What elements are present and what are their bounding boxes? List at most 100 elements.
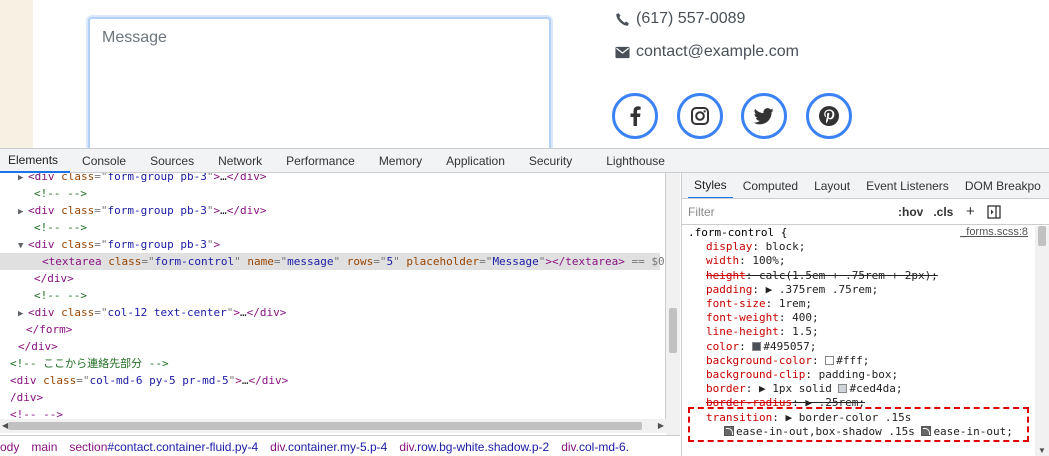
css-property[interactable]: width: [706, 254, 739, 267]
dom-node[interactable]: </div>: [0, 338, 660, 355]
breadcrumb-item[interactable]: div.col-md-6.: [555, 440, 635, 454]
css-declaration[interactable]: border: ▶ 1px solid #ced4da;: [706, 382, 902, 396]
css-value[interactable]: ▶ .375rem .75rem;: [766, 283, 879, 296]
message-textarea[interactable]: [90, 19, 549, 148]
css-rules[interactable]: .form-control {_forms.scss:8 display: blo…: [682, 226, 1034, 456]
css-property[interactable]: border: [706, 382, 746, 395]
dom-node[interactable]: <!-- -->: [0, 185, 660, 202]
css-property[interactable]: height: [706, 269, 746, 282]
css-value[interactable]: #ced4da;: [849, 382, 902, 395]
dom-node[interactable]: ▶ <div class="form-group pb-3">…</div>: [0, 202, 660, 219]
css-value[interactable]: ▶ .25rem;: [805, 396, 865, 409]
css-value[interactable]: ease-in-out,box-shadow .15s: [736, 425, 915, 438]
dom-node[interactable]: ▶ <div class="col-12 text-center">…</div>: [0, 304, 660, 321]
scroll-right-arrow-icon[interactable]: ▶: [658, 421, 664, 430]
css-declaration[interactable]: color: #495057;: [706, 340, 816, 354]
css-declaration[interactable]: display: block;: [706, 240, 805, 254]
source-link[interactable]: _forms.scss:8: [960, 226, 1028, 238]
css-property[interactable]: font-weight: [706, 311, 779, 324]
dom-horizontal-scrollbar[interactable]: ◀ ▶: [0, 419, 666, 433]
breadcrumb-item[interactable]: div.row.bg-white.shadow.p-2: [393, 440, 555, 454]
css-value[interactable]: ease-in-out;: [933, 425, 1012, 438]
styles-vertical-scrollbar[interactable]: ▼: [1035, 226, 1049, 456]
css-declaration[interactable]: line-height: 1.5;: [706, 325, 819, 339]
bezier-curve-icon[interactable]: [724, 425, 734, 436]
cls-toggle[interactable]: .cls: [933, 205, 953, 219]
dom-horizontal-scroll-thumb[interactable]: [8, 422, 642, 430]
tab-application[interactable]: Application: [434, 149, 517, 173]
dom-node[interactable]: <div class="col-md-6 py-5 pr-md-5">…</di…: [0, 372, 660, 389]
tab-memory[interactable]: Memory: [367, 149, 434, 173]
pinterest-link[interactable]: [806, 93, 852, 139]
tab-network[interactable]: Network: [206, 149, 274, 173]
tab-layout[interactable]: Layout: [808, 173, 856, 198]
css-declaration[interactable]: font-size: 1rem;: [706, 297, 812, 311]
dom-node[interactable]: ▶ <div class="form-group pb-3">…</div>: [0, 173, 660, 185]
css-declaration[interactable]: background-color: #fff;: [706, 354, 869, 368]
css-value[interactable]: 1.5;: [792, 325, 819, 338]
css-value[interactable]: #495057;: [763, 340, 816, 353]
styles-vertical-scroll-thumb[interactable]: [1038, 226, 1046, 246]
css-value[interactable]: 1rem;: [779, 297, 812, 310]
hov-toggle[interactable]: :hov: [898, 205, 923, 219]
dom-node[interactable]: <!-- -->: [0, 287, 660, 304]
dom-node[interactable]: ▼ <div class="form-group pb-3">: [0, 236, 660, 253]
styles-filter-input[interactable]: [688, 201, 888, 222]
tab-elements[interactable]: Elements: [0, 149, 71, 173]
dom-vertical-scrollbar[interactable]: [666, 173, 680, 435]
scroll-down-arrow-icon[interactable]: ▼: [1038, 446, 1046, 455]
tab-lighthouse[interactable]: Lighthouse: [594, 149, 677, 173]
css-property[interactable]: font-size: [706, 297, 766, 310]
twitter-link[interactable]: [741, 93, 787, 139]
tab-performance[interactable]: Performance: [274, 149, 367, 173]
css-value[interactable]: ▶ border-color .15s: [785, 411, 911, 424]
tab-console[interactable]: Console: [70, 149, 138, 173]
dom-node[interactable]: </form>: [0, 321, 660, 338]
css-value[interactable]: ▶ 1px solid: [759, 382, 838, 395]
tab-computed[interactable]: Computed: [737, 173, 804, 198]
dom-node[interactable]: /div>: [0, 389, 660, 406]
color-swatch[interactable]: [838, 384, 848, 394]
facebook-link[interactable]: [612, 93, 658, 139]
css-value[interactable]: 400;: [792, 311, 819, 324]
toggle-sidebar-button[interactable]: [987, 204, 1002, 219]
bezier-curve-icon[interactable]: [921, 425, 932, 436]
dom-tree[interactable]: ▶ <div class="form-group pb-3">…</div> <!-…: [0, 173, 666, 419]
css-property[interactable]: color: [706, 340, 739, 353]
css-property[interactable]: display: [706, 240, 752, 253]
dom-node[interactable]: <!-- -->: [0, 219, 660, 236]
css-property[interactable]: background-color: [706, 354, 812, 367]
css-declaration[interactable]: background-clip: padding-box;: [706, 368, 898, 382]
css-declaration-continued[interactable]: ease-in-out,box-shadow .15s ease-in-out;: [724, 425, 1013, 439]
css-property[interactable]: line-height: [706, 325, 779, 338]
breadcrumb-item[interactable]: ody: [0, 440, 25, 454]
tab-dom-breakpoints[interactable]: DOM Breakpo: [959, 173, 1047, 198]
css-declaration[interactable]: border-radius: ▶ .25rem;: [706, 396, 865, 410]
css-value[interactable]: calc(1.5em + .75rem + 2px);: [759, 269, 938, 282]
color-swatch[interactable]: [825, 355, 835, 365]
dom-vertical-scroll-thumb[interactable]: [669, 308, 677, 353]
dom-node-selected[interactable]: <textarea class="form-control" name="mes…: [0, 253, 665, 270]
tab-sources[interactable]: Sources: [138, 149, 206, 173]
css-declaration[interactable]: width: 100%;: [706, 254, 786, 268]
css-declaration[interactable]: padding: ▶ .375rem .75rem;: [706, 283, 878, 297]
tab-styles[interactable]: Styles: [688, 173, 733, 198]
tab-event-listeners[interactable]: Event Listeners: [860, 173, 955, 198]
breadcrumb-item[interactable]: main: [25, 440, 63, 454]
css-property[interactable]: padding: [706, 283, 752, 296]
css-property[interactable]: background-clip: [706, 368, 805, 381]
breadcrumb-item[interactable]: div.container.my-5.p-4: [264, 440, 393, 454]
css-declaration[interactable]: font-weight: 400;: [706, 311, 819, 325]
new-style-rule-button[interactable]: +: [963, 203, 977, 220]
css-value[interactable]: block;: [766, 240, 806, 253]
dom-node[interactable]: <!-- -->: [0, 406, 660, 419]
css-declaration[interactable]: transition: ▶ border-color .15s: [706, 411, 911, 425]
dom-node[interactable]: </div>: [0, 270, 660, 287]
dom-node[interactable]: <!-- ここから連絡先部分 -->: [0, 355, 660, 372]
css-property[interactable]: transition: [706, 411, 772, 424]
color-swatch[interactable]: [752, 341, 762, 351]
css-value[interactable]: #fff;: [836, 354, 869, 367]
tab-security[interactable]: Security: [517, 149, 584, 173]
css-declaration[interactable]: height: calc(1.5em + .75rem + 2px);: [706, 269, 938, 283]
css-value[interactable]: padding-box;: [819, 368, 898, 381]
